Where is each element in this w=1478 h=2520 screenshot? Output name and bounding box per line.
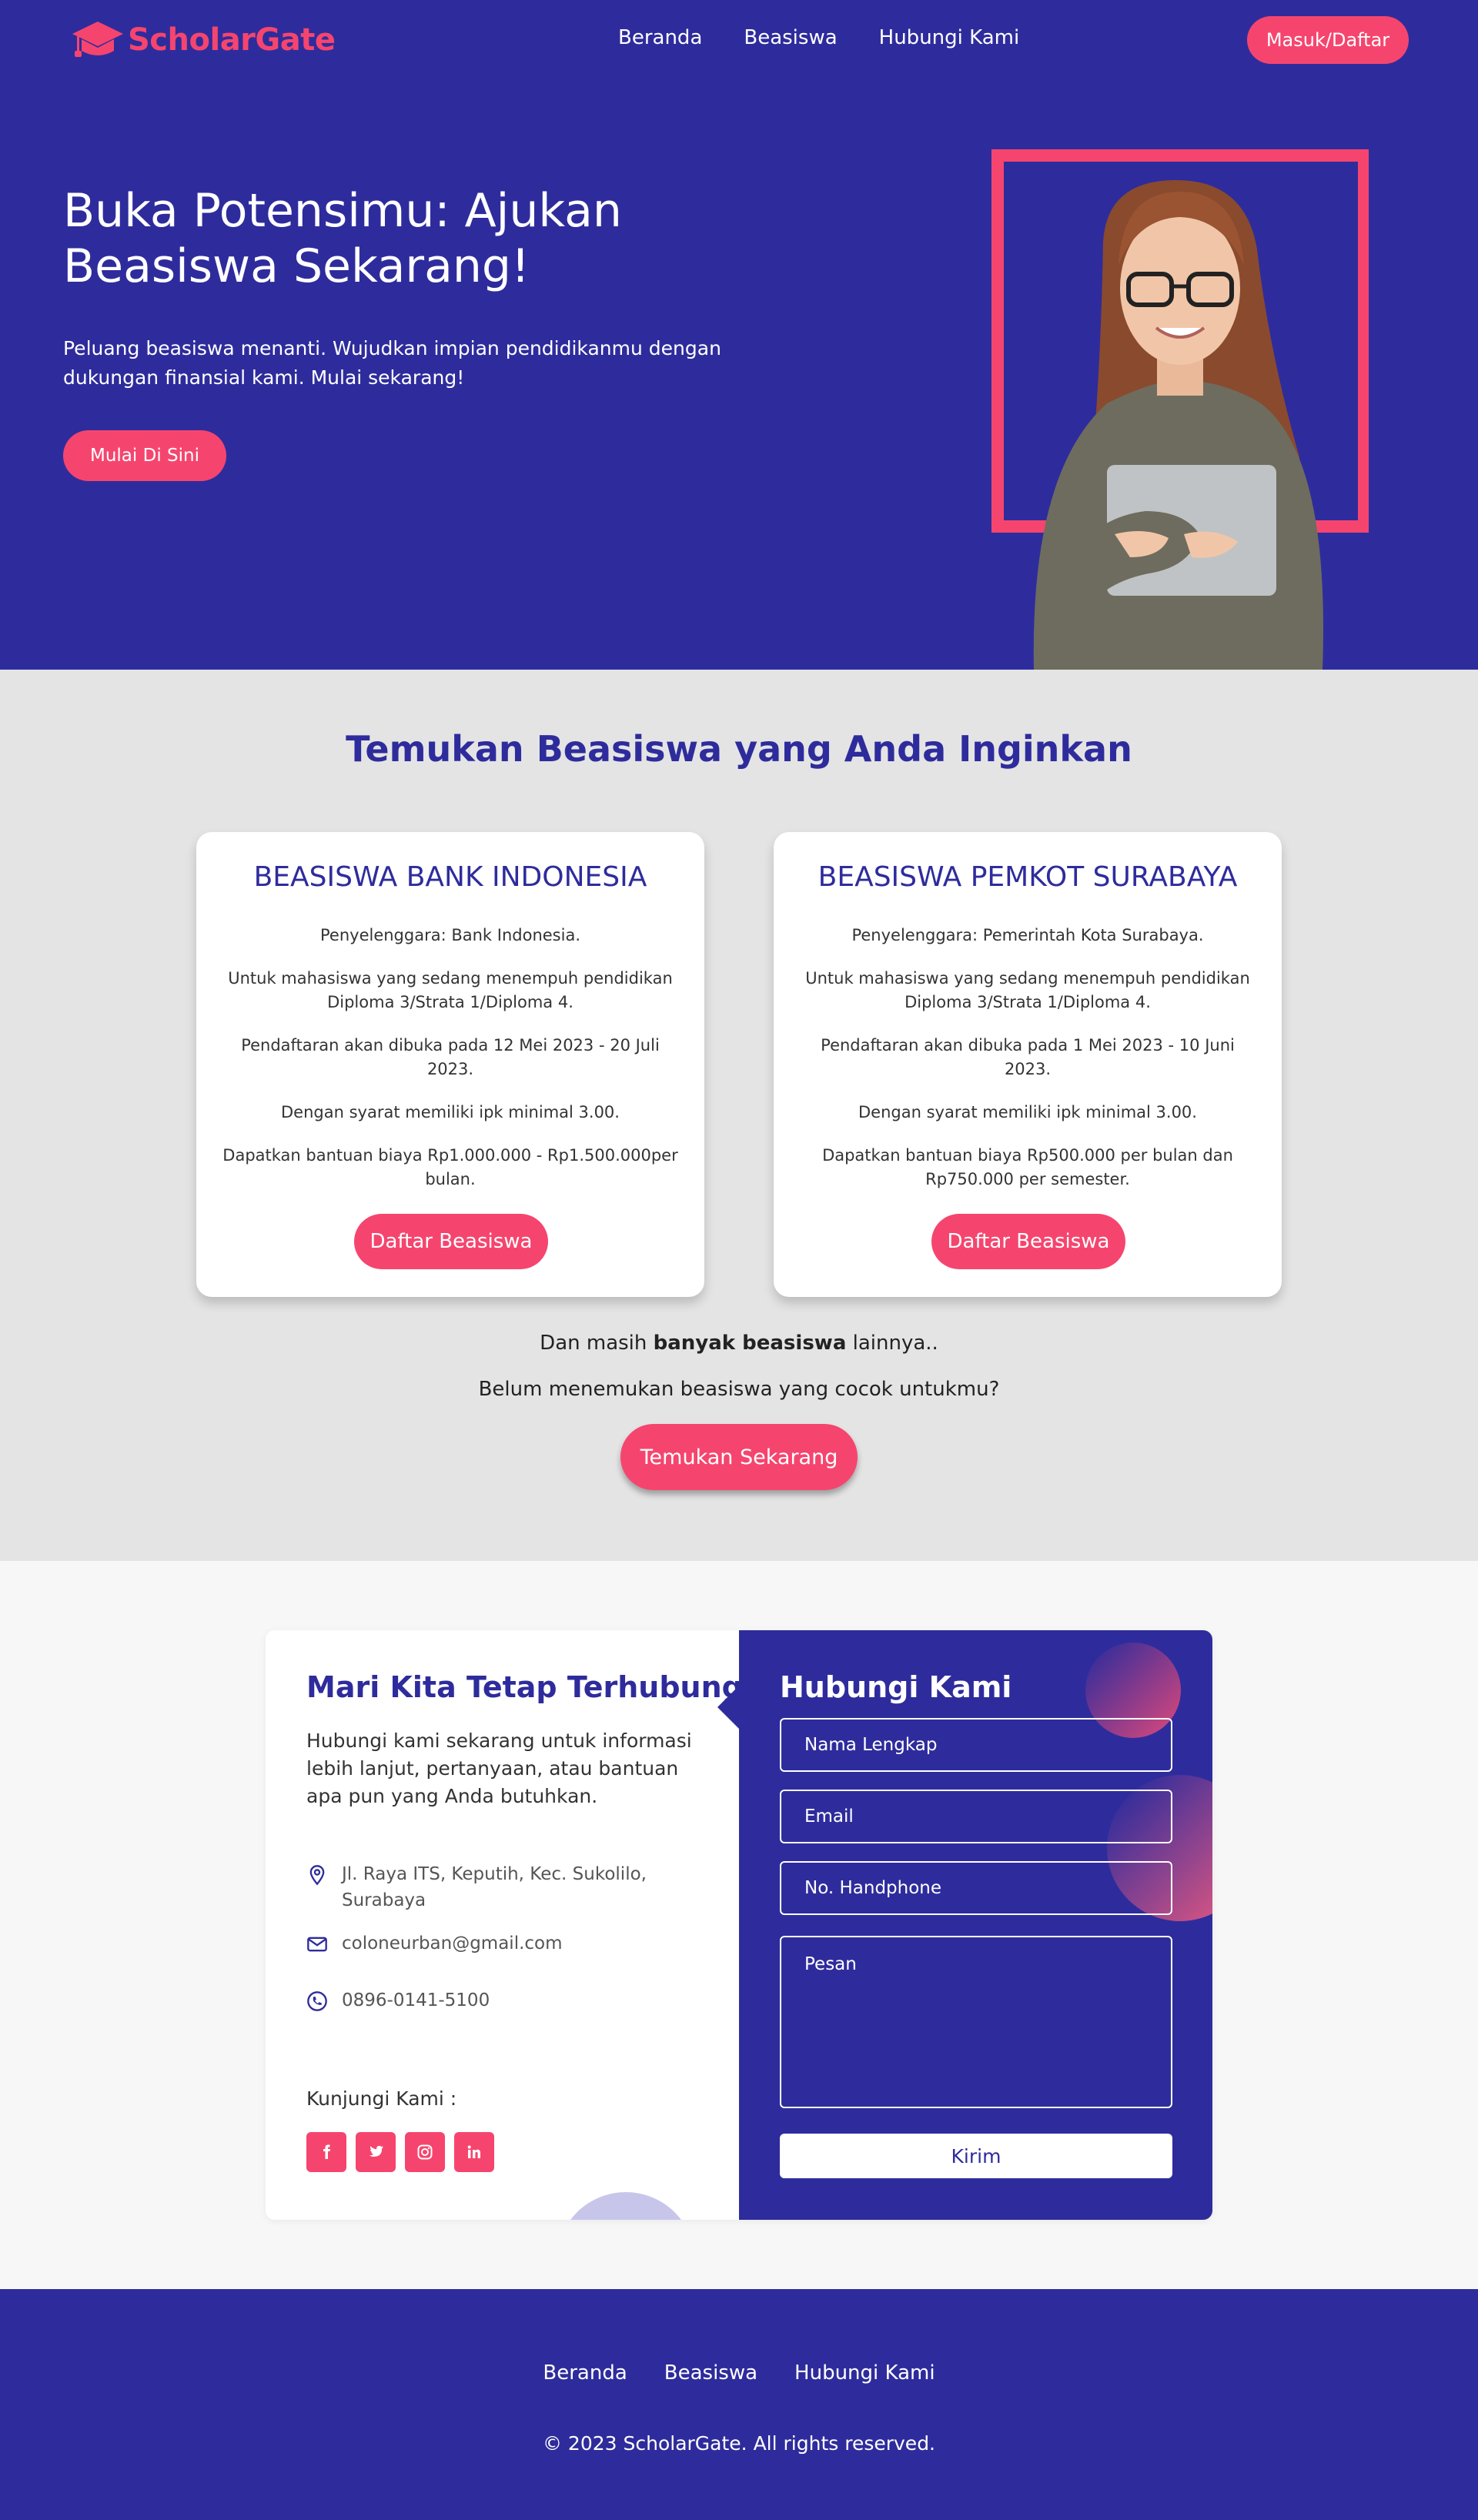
hero-section: ScholarGate Beranda Beasiswa Hubungi Kam… [0,0,1478,670]
linkedin-icon[interactable] [454,2132,494,2172]
find-prompt-text: Belum menemukan beasiswa yang cocok untu… [478,1378,1000,1401]
graduation-cap-icon [72,22,123,57]
phone-item: 0896-0141-5100 [306,1987,490,2014]
footer-link-beranda[interactable]: Beranda [543,2361,627,2385]
top-navbar: ScholarGate Beranda Beasiswa Hubungi Kam… [0,0,1478,80]
apply-scholarship-button[interactable]: Daftar Beasiswa [354,1214,548,1269]
organizer-text: Penyelenggara: Bank Indonesia. [320,926,580,944]
contact-info-panel: Mari Kita Tetap Terhubung Hubungi kami s… [266,1630,739,2220]
social-links [306,2132,494,2172]
instagram-icon[interactable] [405,2132,445,2172]
find-now-button[interactable]: Temukan Sekarang [620,1424,858,1490]
address-item: Jl. Raya ITS, Keputih, Kec. Sukolilo, Su… [306,1861,676,1913]
phone-icon [307,1991,327,2011]
mail-icon [307,1937,327,1952]
address-text: Jl. Raya ITS, Keputih, Kec. Sukolilo, Su… [342,1864,647,1910]
email-text[interactable]: coloneurban@gmail.com [342,1930,563,1957]
scholarship-card-title: BEASISWA BANK INDONESIA [253,861,647,893]
scholarship-card-details: Penyelenggara: Pemerintah Kota Surabaya.… [798,924,1257,1191]
contact-description: Hubungi kami sekarang untuk informasi le… [306,1730,692,1807]
submit-button[interactable]: Kirim [780,2134,1172,2178]
panel-pointer [717,1686,739,1729]
nav-link-beranda[interactable]: Beranda [618,26,702,49]
nav-links: Beranda Beasiswa Hubungi Kami [618,26,1019,49]
scholarship-card: BEASISWA PEMKOT SURABAYA Penyelenggara: … [774,832,1282,1297]
more-prefix: Dan masih [540,1332,654,1355]
footer-links: Beranda Beasiswa Hubungi Kami [0,2361,1478,2385]
contact-info-title: Mari Kita Tetap Terhubung [306,1670,739,1704]
registration-period-text: Pendaftaran akan dibuka pada 12 Mei 2023… [241,1036,660,1078]
hero-title: Buka Potensimu: Ajukan Beasiswa Sekarang… [63,184,622,293]
contact-section: Mari Kita Tetap Terhubung Hubungi kami s… [0,1561,1478,2289]
footer: Beranda Beasiswa Hubungi Kami © 2023 Sch… [0,2289,1478,2520]
decorative-circle [557,2192,695,2220]
gpa-requirement-text: Dengan syarat memiliki ipk minimal 3.00. [858,1103,1197,1121]
gpa-requirement-text: Dengan syarat memiliki ipk minimal 3.00. [281,1103,620,1121]
hero-subtitle: Peluang beasiswa menanti. Wujudkan impia… [63,337,721,389]
message-field[interactable] [780,1936,1172,2108]
full-name-field[interactable] [780,1718,1172,1772]
footer-link-beasiswa[interactable]: Beasiswa [664,2361,757,2385]
contact-form-title: Hubungi Kami [780,1670,1012,1704]
phone-field[interactable] [780,1861,1172,1915]
phone-text[interactable]: 0896-0141-5100 [342,1987,490,2014]
student-photo [991,149,1369,670]
scholarship-section-title: Temukan Beasiswa yang Anda Inginkan [346,728,1132,770]
nav-link-beasiswa[interactable]: Beasiswa [744,26,837,49]
scholarship-card-details: Penyelenggara: Bank Indonesia. Untuk mah… [221,924,680,1191]
copyright-text: © 2023 ScholarGate. All rights reserved. [542,2432,936,2455]
visit-us-label: Kunjungi Kami : [306,2087,457,2110]
start-here-button[interactable]: Mulai Di Sini [63,430,226,481]
login-register-button[interactable]: Masuk/Daftar [1247,16,1409,64]
more-bold: banyak beasiswa [653,1332,847,1355]
email-field[interactable] [780,1790,1172,1843]
location-pin-icon [309,1865,325,1886]
email-item: coloneurban@gmail.com [306,1930,563,1957]
scholarship-card-title: BEASISWA PEMKOT SURABAYA [818,861,1238,893]
scholarship-section: Temukan Beasiswa yang Anda Inginkan BEAS… [0,670,1478,1561]
eligibility-text: Untuk mahasiswa yang sedang menempuh pen… [228,969,673,1011]
funding-text: Dapatkan bantuan biaya Rp500.000 per bul… [822,1146,1233,1188]
twitter-icon[interactable] [356,2132,396,2172]
facebook-icon[interactable] [306,2132,346,2172]
more-suffix: lainnya.. [846,1332,938,1355]
funding-text: Dapatkan bantuan biaya Rp1.000.000 - Rp1… [222,1146,678,1188]
brand-name: ScholarGate [128,22,336,58]
nav-link-hubungi-kami[interactable]: Hubungi Kami [879,26,1020,49]
more-scholarships-text: Dan masih banyak beasiswa lainnya.. [0,1332,1478,1355]
registration-period-text: Pendaftaran akan dibuka pada 1 Mei 2023 … [821,1036,1235,1078]
contact-card: Mari Kita Tetap Terhubung Hubungi kami s… [266,1630,1212,2220]
footer-link-hubungi-kami[interactable]: Hubungi Kami [794,2361,935,2385]
eligibility-text: Untuk mahasiswa yang sedang menempuh pen… [805,969,1250,1011]
organizer-text: Penyelenggara: Pemerintah Kota Surabaya. [851,926,1204,944]
contact-form-panel: Hubungi Kami Kirim [739,1630,1212,2220]
brand-logo[interactable]: ScholarGate [71,18,336,62]
apply-scholarship-button[interactable]: Daftar Beasiswa [931,1214,1125,1269]
scholarship-card: BEASISWA BANK INDONESIA Penyelenggara: B… [196,832,704,1297]
